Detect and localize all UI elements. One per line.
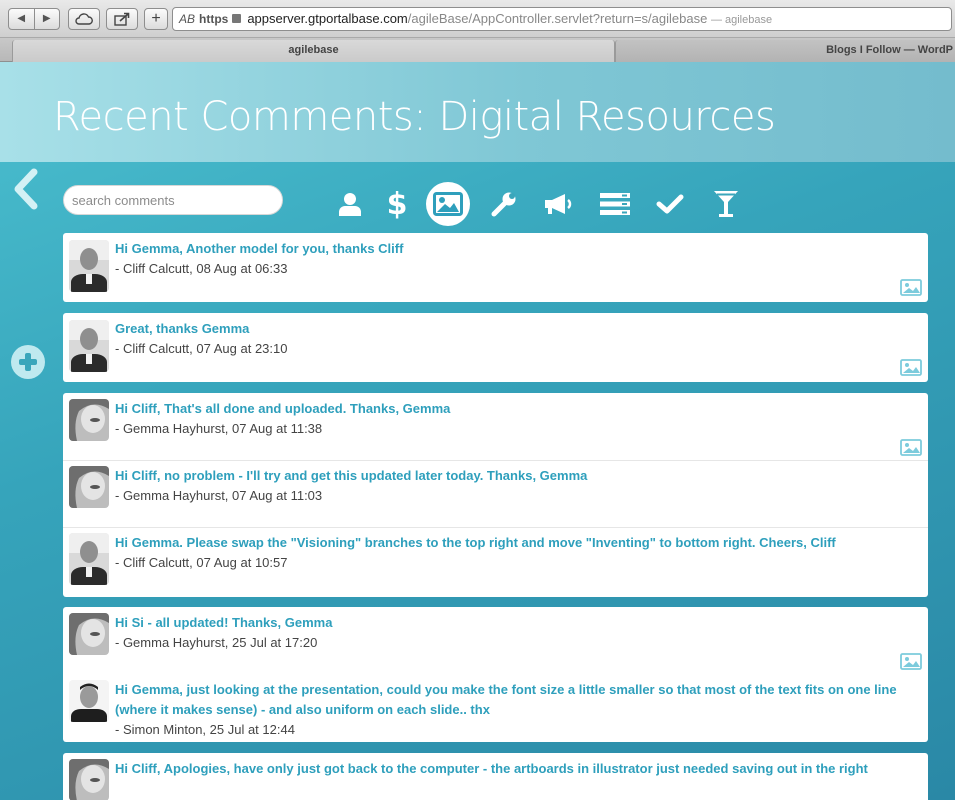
comment-text[interactable]: Hi Cliff, That's all done and uploaded. …: [115, 399, 916, 419]
comment-meta: - Simon Minton, 25 Jul at 12:44: [115, 722, 295, 737]
comment-card: Hi Si - all updated! Thanks, Gemma - Gem…: [63, 607, 928, 742]
plus-icon: +: [151, 10, 161, 27]
comment-text[interactable]: Hi Gemma, just looking at the presentati…: [115, 680, 916, 720]
comment-item: Hi Gemma, Another model for you, thanks …: [63, 233, 928, 302]
comment-card: Great, thanks Gemma - Cliff Calcutt, 07 …: [63, 313, 928, 382]
search-input[interactable]: [63, 185, 283, 215]
new-tab-button[interactable]: +: [144, 8, 168, 30]
page-title: Recent Comments: Digital Resources: [53, 94, 776, 140]
icloud-button[interactable]: [68, 8, 100, 30]
tab-blogs[interactable]: Blogs I Follow — WordP: [615, 40, 955, 62]
filter-wrench-icon[interactable]: [482, 184, 526, 224]
image-type-icon: [900, 359, 922, 376]
browser-toolbar: ◀ ▶ + AB https appserver.gtportalbase.com…: [0, 0, 955, 38]
share-button[interactable]: [106, 8, 138, 30]
browser-forward-icon[interactable]: ▶: [33, 9, 60, 29]
comment-text[interactable]: Hi Cliff, Apologies, have only just got …: [115, 759, 916, 779]
filter-list-icon[interactable]: [593, 184, 637, 224]
back-chevron-icon[interactable]: [10, 168, 40, 210]
tab-agilebase[interactable]: agilebase: [12, 40, 615, 62]
url-path: /agileBase/AppController.servlet?return=…: [407, 11, 708, 26]
comment-item: Hi Cliff, Apologies, have only just got …: [63, 753, 928, 800]
comment-meta: - Gemma Hayhurst, 07 Aug at 11:03: [115, 488, 323, 503]
comment-item: Hi Cliff, no problem - I'll try and get …: [63, 460, 928, 527]
avatar-simon: [69, 680, 109, 722]
image-type-icon: [900, 439, 922, 456]
address-bar[interactable]: AB https appserver.gtportalbase.com/agile…: [172, 7, 952, 31]
comment-item: Hi Gemma. Please swap the "Visioning" br…: [63, 527, 928, 597]
comment-meta: - Cliff Calcutt, 07 Aug at 23:10: [115, 341, 288, 356]
comment-meta: - Cliff Calcutt, 07 Aug at 10:57: [115, 555, 288, 570]
filter-image-icon[interactable]: [426, 182, 470, 226]
comment-text[interactable]: Hi Si - all updated! Thanks, Gemma: [115, 613, 916, 633]
page-header: Recent Comments: Digital Resources: [0, 62, 955, 162]
browser-back-icon[interactable]: ◀: [9, 9, 34, 29]
avatar-gemma: [69, 613, 109, 655]
avatar-cliff: [69, 533, 109, 585]
image-type-icon: [900, 279, 922, 296]
avatar-gemma: [69, 759, 109, 800]
comment-item: Hi Si - all updated! Thanks, Gemma - Gem…: [63, 607, 928, 674]
avatar-cliff: [69, 240, 109, 292]
comment-text[interactable]: Hi Cliff, no problem - I'll try and get …: [115, 466, 916, 486]
share-icon: [114, 12, 130, 26]
url-page-title: — agilebase: [710, 14, 773, 26]
url-host: appserver.gtportalbase.com: [247, 11, 408, 26]
browser-tabbar: agilebase Blogs I Follow — WordP: [0, 38, 955, 62]
lock-icon: [232, 14, 242, 23]
filter-check-icon[interactable]: [648, 184, 692, 224]
app-area: Recent Comments: Digital Resources $ Hi …: [0, 62, 955, 800]
add-comment-button[interactable]: [11, 345, 45, 379]
comment-text[interactable]: Great, thanks Gemma: [115, 319, 916, 339]
filter-dollar-icon[interactable]: $: [375, 184, 419, 224]
comment-item: Great, thanks Gemma - Cliff Calcutt, 07 …: [63, 313, 928, 382]
avatar-gemma: [69, 466, 109, 508]
comment-card: Hi Cliff, That's all done and uploaded. …: [63, 393, 928, 597]
comment-meta: - Cliff Calcutt, 08 Aug at 06:33: [115, 261, 288, 276]
comment-item: Hi Gemma, just looking at the presentati…: [63, 674, 928, 742]
filter-megaphone-icon[interactable]: [536, 184, 580, 224]
avatar-cliff: [69, 320, 109, 372]
reader-icon[interactable]: AB: [179, 8, 195, 30]
comment-meta: - Gemma Hayhurst, 07 Aug at 11:38: [115, 421, 323, 436]
back-forward-buttons[interactable]: ◀ ▶: [8, 8, 60, 30]
comment-card: Hi Cliff, Apologies, have only just got …: [63, 753, 928, 800]
avatar-gemma: [69, 399, 109, 441]
image-type-icon: [900, 653, 922, 670]
filter-cocktail-icon[interactable]: [704, 184, 748, 224]
comment-meta: - Gemma Hayhurst, 25 Jul at 17:20: [115, 635, 318, 650]
comment-card: Hi Gemma, Another model for you, thanks …: [63, 233, 928, 302]
filter-user-icon[interactable]: [328, 184, 372, 224]
comment-item: Hi Cliff, That's all done and uploaded. …: [63, 393, 928, 460]
comment-text[interactable]: Hi Gemma, Another model for you, thanks …: [115, 239, 916, 259]
url-scheme: https: [199, 12, 229, 26]
comment-text[interactable]: Hi Gemma. Please swap the "Visioning" br…: [115, 533, 916, 553]
cloud-icon: [75, 13, 93, 25]
